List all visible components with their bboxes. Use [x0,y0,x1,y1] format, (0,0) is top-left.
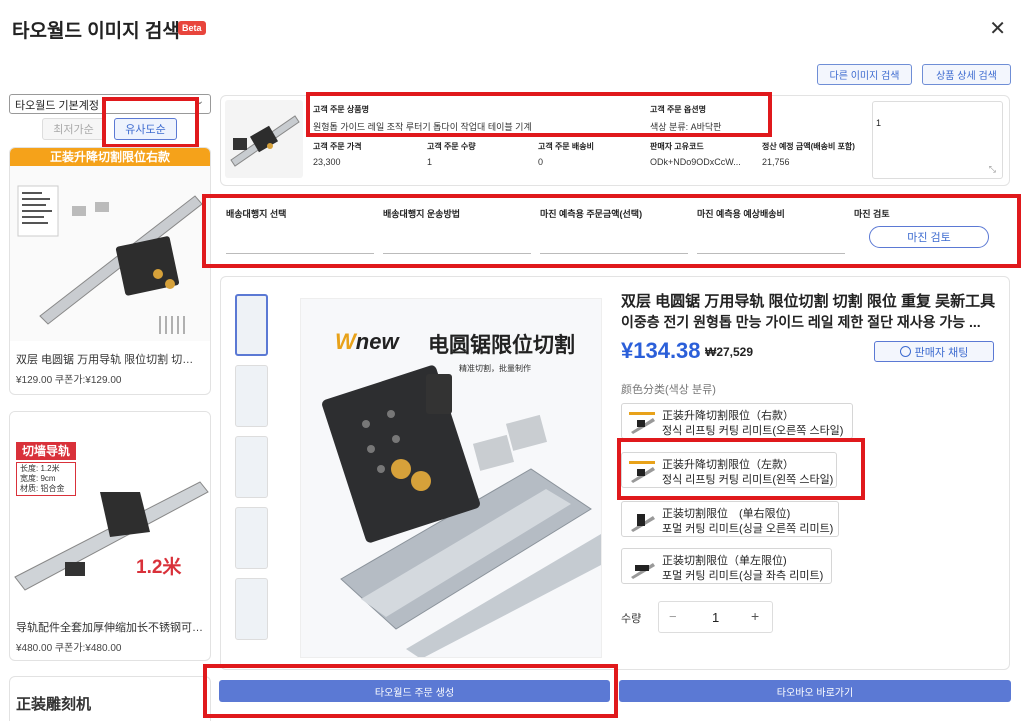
option-label-kr: 포멀 커팅 리미트(싱글 오른쪽 리미트) [662,523,834,535]
card-title: 双层 电圆锯 万用导轨 限位切割 切割 限... [16,354,210,366]
est-price-label: 마진 예측용 주문금액(선택) [540,209,643,219]
card-price: ¥129.00 쿠폰가:¥129.00 [16,375,122,386]
card-title: 导轨配件全套加厚伸缩加长不锈钢可调... [16,622,210,634]
product-thumbnail [10,166,210,341]
sort-similar-button[interactable]: 유사도순 [114,118,177,140]
order-price-label: 고객 주문 가격 [313,142,362,151]
seller-chat-button[interactable]: 판매자 채팅 [874,341,994,362]
image-search-dialog: 타오월드 이미지 검색 Beta ✕ 다른 이미지 검색 상품 상세 검색 타오… [0,0,1024,721]
close-icon[interactable]: ✕ [989,16,1006,41]
other-image-search-button[interactable]: 다른 이미지 검색 [817,64,912,85]
seller-code: ODk+NDo9ODxCcW... [650,157,741,167]
result-card-3[interactable]: 正装雕刻机 [9,676,211,721]
quantity-value[interactable]: 1 [712,610,719,625]
settle-amount: 21,756 [762,157,790,167]
product-thumb-1[interactable] [235,294,268,356]
option-thumbnail [627,410,657,434]
account-select[interactable]: 타오월드 기본계정 ⌄ [9,94,211,114]
goto-taobao-button[interactable]: 타오바오 바로가기 [619,680,1011,702]
est-shipping-label: 마진 예측용 예상배송비 [697,209,785,219]
order-shipping: 0 [538,157,544,167]
option-thumbnail [627,508,657,532]
sort-cheapest-button[interactable]: 최저가순 [42,118,105,140]
card-price: ¥480.00 쿠폰가:¥480.00 [16,643,122,654]
option-label-cn: 正装切割限位（单左限位) [662,555,787,567]
margin-review-label: 마진 검토 [854,209,890,219]
price-cny: ¥134.38 [621,338,701,363]
option-label-cn: 正装升降切割限位（右款） [662,410,794,422]
order-product-name: 원형톱 가이드 레일 조작 루터기 톱다이 작업대 테이블 기계 [313,122,532,132]
product-title-kr: 이중층 전기 원형톱 만능 가이드 레일 제한 절단 재사용 가능 ... [621,314,981,330]
agent-select-label: 배송대행지 선택 [226,209,287,219]
product-title-cn: 双层 电圆锯 万用导轨 限位切割 切割 限位 重复 吴新工具 [621,293,996,310]
agent-select[interactable] [226,253,374,254]
option-single-left[interactable]: 正装切割限位（单左限位) 포멀 커팅 리미트(싱글 좌측 리미트) [621,548,832,584]
order-qty: 1 [427,157,433,167]
product-thumb-4[interactable] [235,507,268,569]
option-thumbnail [627,555,657,579]
result-card-1[interactable]: 正装升降切割限位右款 双层 电圆锯 万用导轨 限位切割 切割 限... ¥129… [9,147,211,395]
length-tag: 1.2米 [136,557,182,578]
chevron-down-icon: ⌄ [195,96,204,107]
product-thumbnail: 切墙导轨 长度: 1.2米 宽度: 9cm 材质: 铝合金 1.2米 [10,412,210,607]
main-product-image: Wnew 电圆锯限位切割 精准切割，批量制作 [300,298,602,658]
result-card-2[interactable]: 切墙导轨 长度: 1.2米 宽度: 9cm 材质: 铝合金 1.2米 导轨配件全… [9,411,211,661]
memo-value: 1 [876,118,882,128]
quantity-plus-button[interactable]: + [751,608,759,624]
option-label-kr: 포멀 커팅 리미트(싱글 좌측 리미트) [662,570,824,582]
order-qty-label: 고객 주문 수량 [427,142,476,151]
product-detail-search-button[interactable]: 상품 상세 검색 [922,64,1011,85]
order-option-value: 색상 분류: A바닥판 [650,122,722,132]
option-single-right[interactable]: 正装切割限位 (单右限位) 포멀 커팅 리미트(싱글 오른쪽 리미트) [621,501,839,537]
quantity-minus-button[interactable]: − [669,609,677,624]
est-price-input[interactable] [540,253,688,254]
option-right-lift[interactable]: 正装升降切割限位（右款） 정식 리프팅 커팅 리미트(오른쪽 스타일) [621,403,853,439]
price-krw: ₩27,529 [705,345,754,359]
option-left-lift[interactable]: 正装升降切割限位（左款） 정식 리프팅 커팅 리미트(왼쪽 스타일) [621,452,837,488]
option-label-kr: 정식 리프팅 커팅 리미트(왼쪽 스타일) [662,474,834,486]
order-price: 23,300 [313,157,341,167]
dialog-title: 타오월드 이미지 검색 [12,21,180,42]
order-product-image [225,100,303,178]
option-label-cn: 正装切割限位 (单右限位) [662,508,791,520]
order-option-label: 고객 주문 옵션명 [650,105,706,114]
option-thumbnail [627,459,657,483]
quantity-label: 수량 [621,613,642,625]
order-shipping-label: 고객 주문 배송비 [538,142,594,151]
margin-review-button[interactable]: 마진 검토 [869,226,989,248]
color-category-label: 颜色分类(색상 분류) [621,384,716,396]
settle-amount-label: 정산 예정 금액(배송비 포함) [762,142,855,151]
option-label-cn: 正装升降切割限位（左款） [662,459,794,471]
expand-icon[interactable]: ⤡ [989,164,996,175]
chat-icon [899,346,911,357]
product-thumb-5[interactable] [235,578,268,640]
product-thumb-2[interactable] [235,365,268,427]
memo-textarea[interactable]: 1 ⤡ [872,101,1003,179]
shipping-method-select[interactable] [383,253,531,254]
beta-badge: Beta [178,21,206,35]
card-banner: 正装升降切割限位右款 [10,148,210,166]
product-thumb-3[interactable] [235,436,268,498]
shipping-method-label: 배송대행지 운송방법 [383,209,461,219]
est-shipping-input[interactable] [697,253,845,254]
seller-chat-label: 판매자 채팅 [914,346,969,359]
option-label-kr: 정식 리프팅 커팅 리미트(오른쪽 스타일) [662,425,844,437]
quantity-stepper: − 1 + [658,601,773,633]
card-banner: 正装雕刻机 [16,696,92,713]
account-select-value: 타오월드 기본계정 [15,100,100,112]
create-order-button[interactable]: 타오월드 주문 생성 [219,680,610,702]
seller-code-label: 판매자 고유코드 [650,142,704,151]
order-product-name-label: 고객 주문 상품명 [313,105,369,114]
